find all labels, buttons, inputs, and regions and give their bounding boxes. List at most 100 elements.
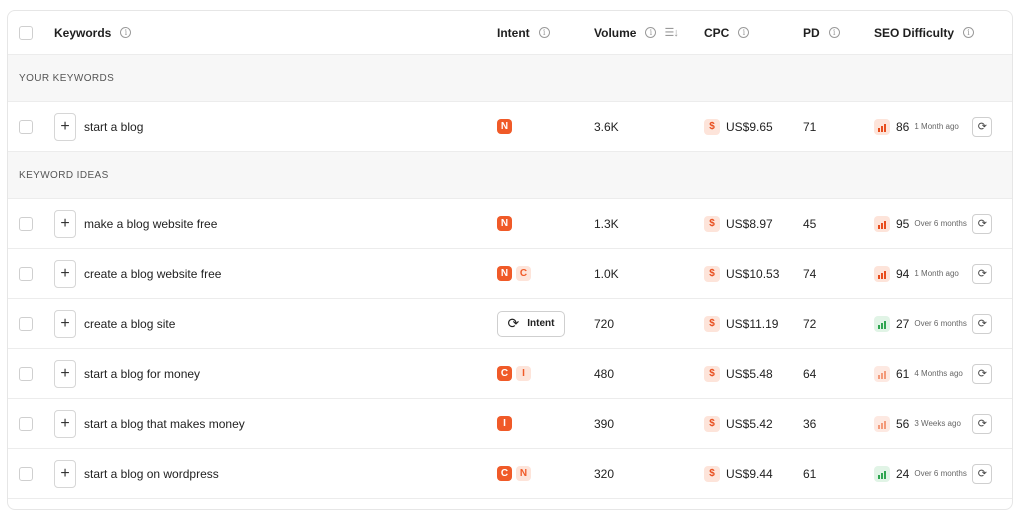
intent-button-label: Intent bbox=[527, 318, 555, 329]
select-all-checkbox[interactable] bbox=[19, 25, 33, 40]
refresh-icon: ⟳ bbox=[977, 418, 987, 430]
refresh-button[interactable]: ⟳ bbox=[972, 116, 993, 137]
header-cpc[interactable]: CPC bbox=[704, 26, 729, 40]
add-keyword-button[interactable]: + bbox=[54, 259, 76, 288]
difficulty-value: 24 bbox=[896, 466, 910, 481]
header-keywords[interactable]: Keywords bbox=[54, 26, 111, 40]
difficulty-updated: 1 Month ago bbox=[914, 122, 959, 131]
refresh-button[interactable]: ⟳ bbox=[972, 213, 993, 234]
add-keyword-button[interactable]: + bbox=[54, 112, 76, 141]
add-keyword-button[interactable]: + bbox=[54, 459, 76, 488]
row-checkbox[interactable] bbox=[19, 366, 33, 381]
header-pd[interactable]: PD bbox=[803, 26, 820, 40]
row-checkbox[interactable] bbox=[19, 119, 33, 134]
intent-badge-n: N bbox=[497, 119, 512, 134]
refresh-button[interactable]: ⟳ bbox=[972, 263, 993, 284]
plus-icon: + bbox=[60, 314, 70, 332]
volume-value: 720 bbox=[594, 316, 615, 331]
keyword-text: start a blog for money bbox=[84, 366, 201, 381]
refresh-button[interactable]: ⟳ bbox=[972, 463, 993, 484]
difficulty-updated: 4 Months ago bbox=[914, 369, 963, 378]
refresh-button[interactable]: ⟳ bbox=[972, 363, 993, 384]
difficulty-value: 61 bbox=[896, 366, 910, 381]
cpc-value: US$8.97 bbox=[726, 216, 773, 231]
dollar-icon: $ bbox=[704, 465, 720, 482]
pd-value: 74 bbox=[803, 266, 817, 281]
pd-value: 45 bbox=[803, 216, 817, 231]
intent-button[interactable]: ⟳ Intent bbox=[497, 310, 565, 337]
pd-value: 36 bbox=[803, 416, 817, 431]
section-keyword-ideas: KEYWORD IDEAS bbox=[8, 152, 1012, 199]
row-checkbox[interactable] bbox=[19, 466, 33, 481]
info-icon[interactable]: i bbox=[538, 27, 550, 38]
difficulty-updated: 1 Month ago bbox=[914, 269, 959, 278]
bar-chart-icon bbox=[874, 465, 890, 482]
bar-chart-icon bbox=[874, 365, 890, 382]
info-icon[interactable]: i bbox=[963, 27, 975, 38]
table-row: + make a blog website free N 1.3K $ US$8… bbox=[8, 199, 1012, 249]
volume-value: 1.3K bbox=[594, 216, 619, 231]
row-checkbox[interactable] bbox=[19, 216, 33, 231]
section-label: YOUR KEYWORDS bbox=[19, 72, 115, 84]
add-keyword-button[interactable]: + bbox=[54, 359, 76, 388]
add-keyword-button[interactable]: + bbox=[54, 409, 76, 438]
volume-value: 320 bbox=[594, 466, 615, 481]
intent-badge-n: N bbox=[497, 216, 512, 231]
bar-chart-icon bbox=[874, 118, 890, 135]
refresh-icon: ⟳ bbox=[977, 121, 987, 133]
add-keyword-button[interactable]: + bbox=[54, 309, 76, 338]
pd-value: 61 bbox=[803, 466, 817, 481]
keyword-text: create a blog website free bbox=[84, 266, 222, 281]
table-row: + start a blog on wordpress C N 320 $ US… bbox=[8, 449, 1012, 499]
dollar-icon: $ bbox=[704, 265, 720, 282]
dollar-icon: $ bbox=[704, 365, 720, 382]
intent-badge-c: C bbox=[516, 266, 531, 281]
difficulty-value: 94 bbox=[896, 266, 910, 281]
volume-value: 1.0K bbox=[594, 266, 619, 281]
sort-icon[interactable]: ☰↓ bbox=[664, 26, 678, 39]
plus-icon: + bbox=[60, 214, 70, 232]
info-icon[interactable]: i bbox=[828, 27, 840, 38]
cpc-value: US$10.53 bbox=[726, 266, 780, 281]
row-checkbox[interactable] bbox=[19, 316, 33, 331]
section-label: KEYWORD IDEAS bbox=[19, 169, 109, 181]
refresh-icon: ⟳ bbox=[977, 368, 987, 380]
table-row: + create a blog website free N C 1.0K $ … bbox=[8, 249, 1012, 299]
plus-icon: + bbox=[60, 464, 70, 482]
row-checkbox[interactable] bbox=[19, 266, 33, 281]
row-checkbox[interactable] bbox=[19, 416, 33, 431]
add-keyword-button[interactable]: + bbox=[54, 209, 76, 238]
cpc-value: US$11.19 bbox=[726, 316, 779, 331]
table-row: + start a blog N 3.6K $ US$9.65 71 86 1 … bbox=[8, 102, 1012, 152]
dollar-icon: $ bbox=[704, 215, 720, 232]
plus-icon: + bbox=[60, 264, 70, 282]
dollar-icon: $ bbox=[704, 315, 720, 332]
info-icon[interactable]: i bbox=[120, 27, 132, 38]
keyword-text: start a blog that makes money bbox=[84, 416, 245, 431]
volume-value: 480 bbox=[594, 366, 615, 381]
volume-value: 390 bbox=[594, 416, 615, 431]
bar-chart-icon bbox=[874, 215, 890, 232]
difficulty-value: 86 bbox=[896, 119, 910, 134]
header-volume[interactable]: Volume bbox=[594, 26, 636, 40]
intent-badge-n: N bbox=[516, 466, 531, 481]
pd-value: 64 bbox=[803, 366, 817, 381]
info-icon[interactable]: i bbox=[645, 27, 657, 38]
refresh-icon: ⟳ bbox=[977, 468, 987, 480]
keywords-table: Keywords i Intent i Volume i ☰↓ CPC i PD… bbox=[7, 10, 1013, 510]
difficulty-value: 56 bbox=[896, 416, 910, 431]
bar-chart-icon bbox=[874, 265, 890, 282]
intent-badge-i: I bbox=[516, 366, 531, 381]
pd-value: 72 bbox=[803, 316, 817, 331]
header-seo-difficulty[interactable]: SEO Difficulty bbox=[874, 26, 954, 40]
keyword-text: create a blog site bbox=[84, 316, 176, 331]
plus-icon: + bbox=[60, 364, 70, 382]
cpc-value: US$9.44 bbox=[726, 466, 773, 481]
difficulty-updated: 3 Weeks ago bbox=[914, 419, 961, 428]
intent-badge-c: C bbox=[497, 366, 512, 381]
info-icon[interactable]: i bbox=[738, 27, 750, 38]
bar-chart-icon bbox=[874, 315, 890, 332]
header-intent[interactable]: Intent bbox=[497, 26, 530, 40]
refresh-button[interactable]: ⟳ bbox=[972, 413, 993, 434]
refresh-button[interactable]: ⟳ bbox=[972, 313, 993, 334]
